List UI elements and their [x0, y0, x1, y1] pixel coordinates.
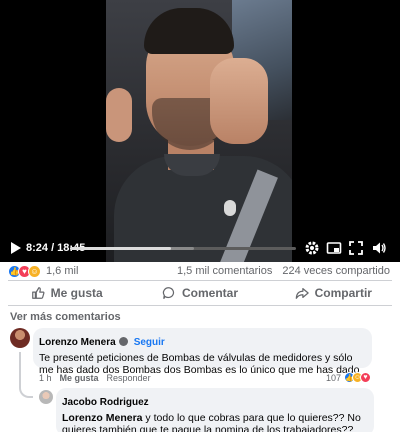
view-more-comments-link[interactable]: Ver más comentarios — [10, 311, 121, 323]
reply-author[interactable]: Jacobo Rodriguez — [62, 397, 149, 408]
like-button[interactable]: Me gusta — [0, 283, 133, 303]
reply-bubble: Jacobo Rodriguez Lorenzo Menera y todo l… — [56, 388, 374, 432]
comment-time: 1 h — [39, 373, 52, 383]
post-stats: 👍 ♥ ☺ 1,6 mil 1,5 mil comentarios 224 ve… — [0, 262, 400, 280]
divider — [8, 305, 392, 306]
play-icon[interactable] — [10, 241, 22, 255]
video-progress-bar[interactable] — [70, 247, 296, 250]
haha-reaction-icon: ☺ — [28, 264, 41, 278]
follow-button[interactable]: Seguir — [134, 337, 165, 348]
comment-like-button[interactable]: Me gusta — [60, 373, 99, 383]
reply-mention[interactable]: Lorenzo Menera — [62, 412, 143, 424]
share-button[interactable]: Compartir — [267, 283, 400, 303]
comment-bubble: Lorenzo Menera Seguir Te presenté peticio… — [33, 328, 372, 376]
reaction-count: 1,6 mil — [46, 265, 79, 277]
reaction-summary[interactable]: 👍 ♥ ☺ 1,6 mil — [8, 264, 78, 278]
post-actions: Me gusta Comentar Compartir — [0, 283, 400, 303]
volume-icon[interactable] — [371, 240, 387, 256]
comment-icon — [162, 287, 175, 300]
avatar[interactable] — [39, 390, 53, 404]
gear-icon[interactable] — [304, 240, 320, 256]
reply-text: Lorenzo Menera y todo lo que cobras para… — [62, 412, 368, 432]
comment-author[interactable]: Lorenzo Menera — [39, 337, 116, 348]
comment-reply-button[interactable]: Responder — [107, 373, 151, 383]
comment-count[interactable]: 1,5 mil comentarios — [177, 265, 272, 277]
share-count[interactable]: 224 veces compartido — [282, 265, 390, 277]
share-button-label: Compartir — [314, 286, 372, 300]
played-bar — [70, 247, 172, 250]
comment-reaction-count: 107 — [325, 372, 341, 383]
video-player[interactable]: 8:24 / 18:45 — [0, 0, 400, 262]
love-reaction-icon: ♥ — [360, 372, 371, 383]
verified-badge-icon — [118, 337, 128, 346]
comment-button[interactable]: Comentar — [133, 283, 266, 303]
like-button-label: Me gusta — [50, 286, 103, 300]
video-controls: 8:24 / 18:45 — [0, 236, 400, 262]
comment-reaction-summary[interactable]: 107 👍 ☺ ♥ — [325, 372, 371, 383]
fullscreen-icon[interactable] — [348, 240, 364, 256]
thumbs-up-icon — [31, 287, 45, 299]
comment-button-label: Comentar — [181, 286, 238, 300]
divider — [8, 280, 392, 281]
pip-icon[interactable] — [326, 240, 342, 256]
reply-thread-line — [19, 352, 33, 398]
video-frame — [106, 0, 292, 262]
comment-meta: 1 h Me gusta Responder — [39, 373, 151, 383]
avatar[interactable] — [10, 328, 30, 348]
share-icon — [295, 288, 309, 299]
